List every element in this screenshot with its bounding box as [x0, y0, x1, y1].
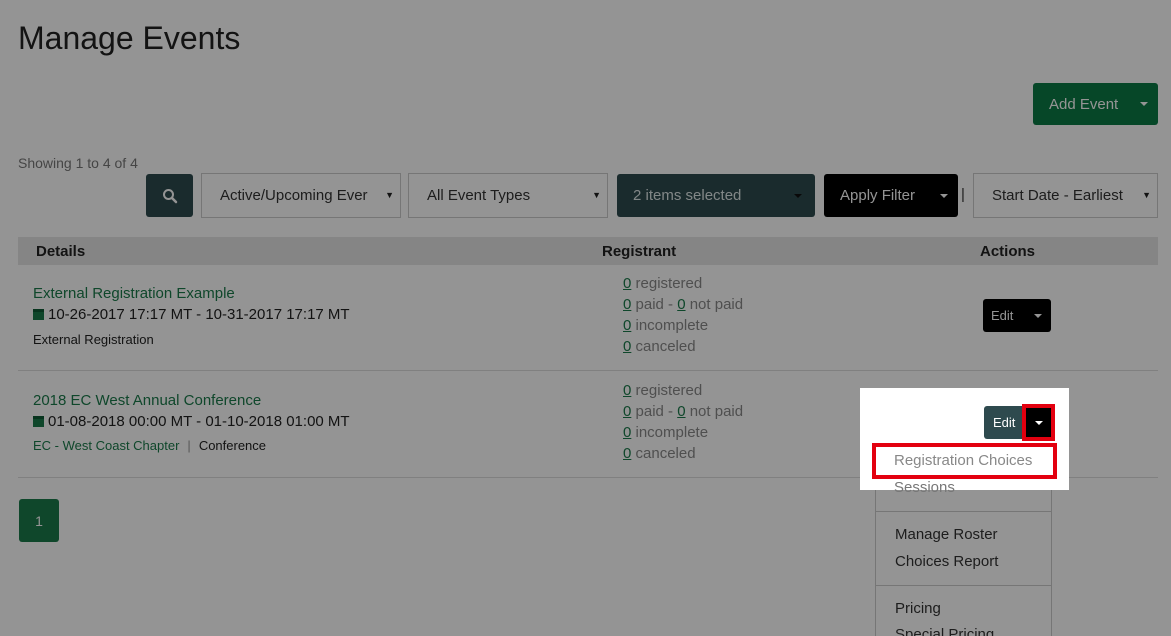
edit-button[interactable]: Edit	[984, 415, 1025, 430]
menu-item-sessions[interactable]: Sessions	[894, 479, 955, 496]
highlight-box-menu-item	[872, 443, 1057, 479]
highlight-box-toggle	[1022, 404, 1055, 441]
